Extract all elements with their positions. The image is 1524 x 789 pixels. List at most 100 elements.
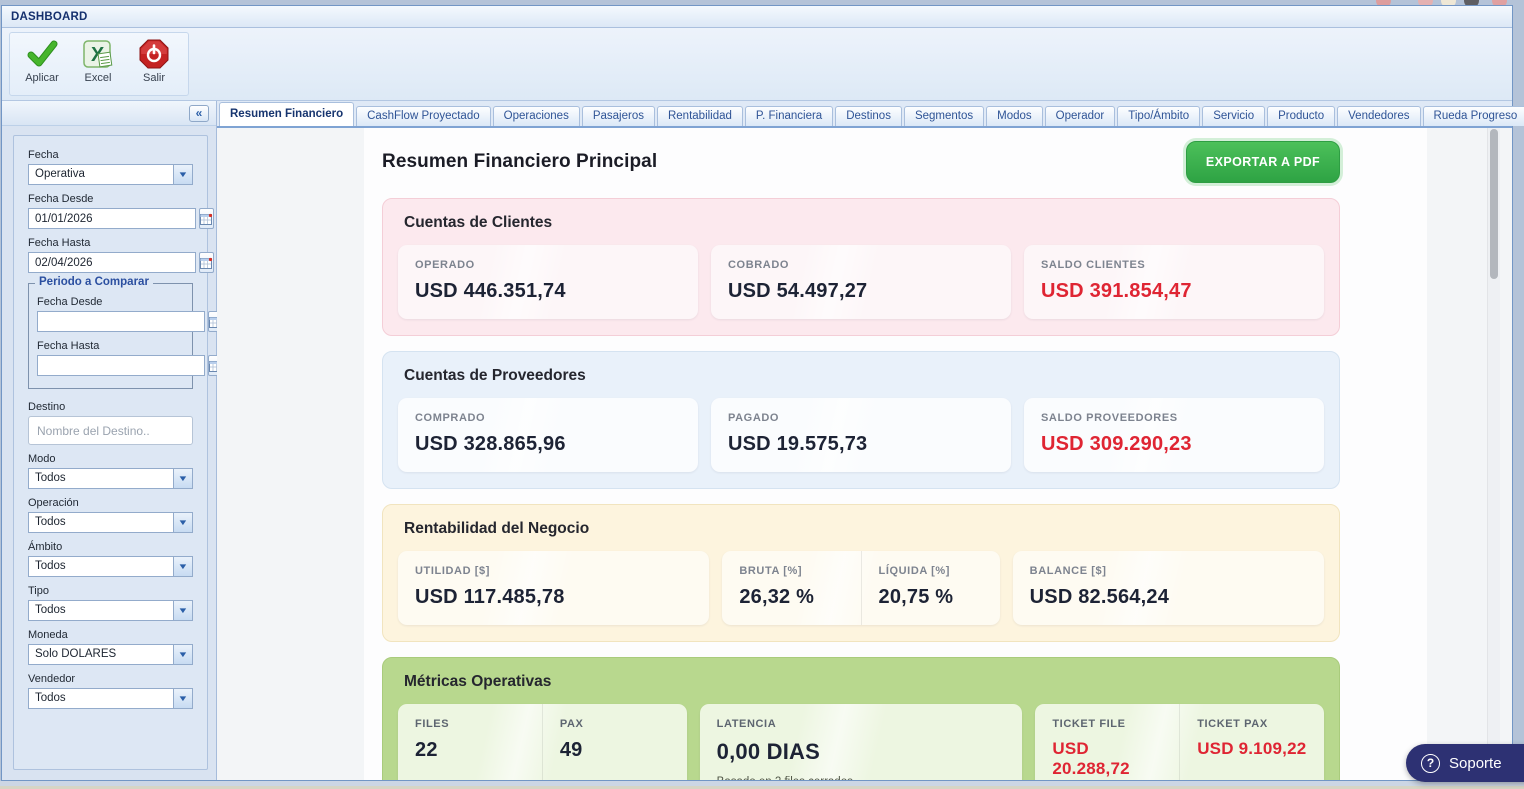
tab-destinos[interactable]: Destinos bbox=[835, 106, 902, 126]
toolbar: Aplicar X bbox=[2, 28, 1512, 101]
tab-producto[interactable]: Producto bbox=[1267, 106, 1335, 126]
metric-liquida: LÍQUIDA [%] 20,75 % bbox=[861, 551, 1000, 625]
metric-label: FILES bbox=[415, 718, 525, 730]
metric-caption: Basado en 2 files cerrados bbox=[717, 776, 1006, 780]
chevron-down-icon: ▼ bbox=[177, 519, 188, 527]
dropdown-button[interactable]: ▼ bbox=[173, 165, 192, 184]
calendar-icon bbox=[200, 257, 213, 269]
metric-value: USD 20.288,72 bbox=[1052, 739, 1162, 779]
chevron-down-icon: ▼ bbox=[177, 607, 188, 615]
collapse-sidebar-button[interactable]: « bbox=[189, 105, 209, 122]
calendar-button[interactable] bbox=[199, 252, 214, 273]
periodo-comparar-title: Periodo a Comparar bbox=[35, 276, 153, 288]
vendedor-value: Todos bbox=[29, 689, 173, 708]
metric-files-pax: FILES 22 PAX 49 bbox=[398, 704, 687, 780]
aplicar-button[interactable]: Aplicar bbox=[14, 38, 70, 94]
vendedor-field: Vendedor Todos ▼ bbox=[28, 673, 193, 709]
moneda-select[interactable]: Solo DOLARES ▼ bbox=[28, 644, 193, 665]
metric-label: SALDO PROVEEDORES bbox=[1041, 412, 1307, 424]
metric-value: USD 117.485,78 bbox=[415, 586, 692, 609]
tab-rueda-progreso[interactable]: Rueda Progreso bbox=[1423, 106, 1524, 126]
content-area: Resumen Financiero Principal EXPORTAR A … bbox=[217, 126, 1512, 780]
ambito-select[interactable]: Todos ▼ bbox=[28, 556, 193, 577]
tab-segmentos[interactable]: Segmentos bbox=[904, 106, 984, 126]
vendedor-select[interactable]: Todos ▼ bbox=[28, 688, 193, 709]
dashboard-panel: Resumen Financiero Principal EXPORTAR A … bbox=[364, 128, 1427, 780]
operacion-select[interactable]: Todos ▼ bbox=[28, 512, 193, 533]
calendar-icon bbox=[200, 213, 213, 225]
metric-saldo-proveedores: SALDO PROVEEDORES USD 309.290,23 bbox=[1024, 398, 1324, 472]
section-rentabilidad: Rentabilidad del Negocio UTILIDAD [$] US… bbox=[382, 504, 1340, 642]
tab-modos[interactable]: Modos bbox=[986, 106, 1043, 126]
metric-tickets: TICKET FILE USD 20.288,72 TICKET PAX USD… bbox=[1035, 704, 1324, 780]
calendar-button[interactable] bbox=[199, 208, 214, 229]
destino-field: Destino bbox=[28, 401, 193, 445]
vertical-scrollbar[interactable] bbox=[1487, 128, 1500, 780]
fecha-value: Operativa bbox=[29, 165, 173, 184]
operacion-field: Operación Todos ▼ bbox=[28, 497, 193, 533]
periodo-hasta-input[interactable] bbox=[37, 355, 205, 376]
fecha-select[interactable]: Operativa ▼ bbox=[28, 164, 193, 185]
vendedor-label: Vendedor bbox=[28, 673, 193, 685]
metric-margenes: BRUTA [%] 26,32 % LÍQUIDA [%] 20,75 % bbox=[722, 551, 999, 625]
tab-p-financiera[interactable]: P. Financiera bbox=[745, 106, 833, 126]
chevron-down-icon: ▼ bbox=[177, 563, 188, 571]
metric-value: USD 19.575,73 bbox=[728, 433, 994, 456]
metric-files: FILES 22 bbox=[398, 704, 542, 780]
dropdown-button[interactable]: ▼ bbox=[173, 689, 192, 708]
tipo-value: Todos bbox=[29, 601, 173, 620]
check-icon bbox=[26, 38, 58, 70]
tab-pasajeros[interactable]: Pasajeros bbox=[582, 106, 655, 126]
aplicar-label: Aplicar bbox=[25, 72, 59, 84]
metric-label: TICKET PAX bbox=[1197, 718, 1307, 730]
tab-servicio[interactable]: Servicio bbox=[1202, 106, 1265, 126]
periodo-desde-input[interactable] bbox=[37, 311, 205, 332]
periodo-desde-field: Fecha Desde bbox=[37, 296, 184, 332]
soporte-button[interactable]: ? Soporte bbox=[1406, 744, 1524, 782]
fecha-field: Fecha Operativa ▼ bbox=[28, 149, 193, 185]
main-pane: Resumen Financiero CashFlow Proyectado O… bbox=[217, 101, 1512, 780]
modo-select[interactable]: Todos ▼ bbox=[28, 468, 193, 489]
metric-pax: PAX 49 bbox=[542, 704, 687, 780]
section-title: Rentabilidad del Negocio bbox=[404, 520, 1324, 538]
excel-button[interactable]: X Excel bbox=[70, 38, 126, 94]
dashboard-window: DASHBOARD Aplicar bbox=[1, 5, 1513, 781]
tab-operador[interactable]: Operador bbox=[1045, 106, 1116, 126]
scrollbar-thumb[interactable] bbox=[1490, 129, 1498, 279]
tab-tipo-ambito[interactable]: Tipo/Ámbito bbox=[1117, 106, 1200, 126]
dropdown-button[interactable]: ▼ bbox=[173, 645, 192, 664]
metric-value: 26,32 % bbox=[739, 586, 843, 609]
fecha-hasta-input[interactable] bbox=[28, 252, 196, 273]
dropdown-button[interactable]: ▼ bbox=[173, 513, 192, 532]
dropdown-button[interactable]: ▼ bbox=[173, 557, 192, 576]
tipo-field: Tipo Todos ▼ bbox=[28, 585, 193, 621]
metric-label: BALANCE [$] bbox=[1030, 565, 1307, 577]
chevron-down-icon: ▼ bbox=[177, 695, 188, 703]
tipo-select[interactable]: Todos ▼ bbox=[28, 600, 193, 621]
metric-value: 22 bbox=[415, 739, 525, 762]
export-pdf-button[interactable]: EXPORTAR A PDF bbox=[1186, 141, 1340, 183]
dropdown-button[interactable]: ▼ bbox=[173, 601, 192, 620]
section-cuentas-proveedores: Cuentas de Proveedores COMPRADO USD 328.… bbox=[382, 351, 1340, 489]
moneda-label: Moneda bbox=[28, 629, 193, 641]
metric-label: LATENCIA bbox=[717, 718, 1006, 730]
tab-resumen-financiero[interactable]: Resumen Financiero bbox=[219, 102, 354, 126]
metric-label: PAGADO bbox=[728, 412, 994, 424]
tab-vendedores[interactable]: Vendedores bbox=[1337, 106, 1420, 126]
toolbar-group: Aplicar X bbox=[9, 32, 189, 96]
destino-input[interactable] bbox=[28, 416, 193, 445]
tab-operaciones[interactable]: Operaciones bbox=[493, 106, 580, 126]
page-title: Resumen Financiero Principal bbox=[382, 151, 657, 173]
metric-value: USD 82.564,24 bbox=[1030, 586, 1307, 609]
metric-label: UTILIDAD [$] bbox=[415, 565, 692, 577]
fecha-desde-field: Fecha Desde bbox=[28, 193, 193, 229]
dropdown-button[interactable]: ▼ bbox=[173, 469, 192, 488]
tab-cashflow-proyectado[interactable]: CashFlow Proyectado bbox=[356, 106, 491, 126]
tab-rentabilidad[interactable]: Rentabilidad bbox=[657, 106, 743, 126]
tab-bar: Resumen Financiero CashFlow Proyectado O… bbox=[217, 101, 1512, 126]
fecha-desde-input[interactable] bbox=[28, 208, 196, 229]
filter-wrap: Fecha Operativa ▼ Fecha Desde bbox=[2, 126, 216, 780]
periodo-hasta-field: Fecha Hasta bbox=[37, 340, 184, 376]
metric-pagado: PAGADO USD 19.575,73 bbox=[711, 398, 1011, 472]
salir-button[interactable]: Salir bbox=[126, 38, 182, 94]
